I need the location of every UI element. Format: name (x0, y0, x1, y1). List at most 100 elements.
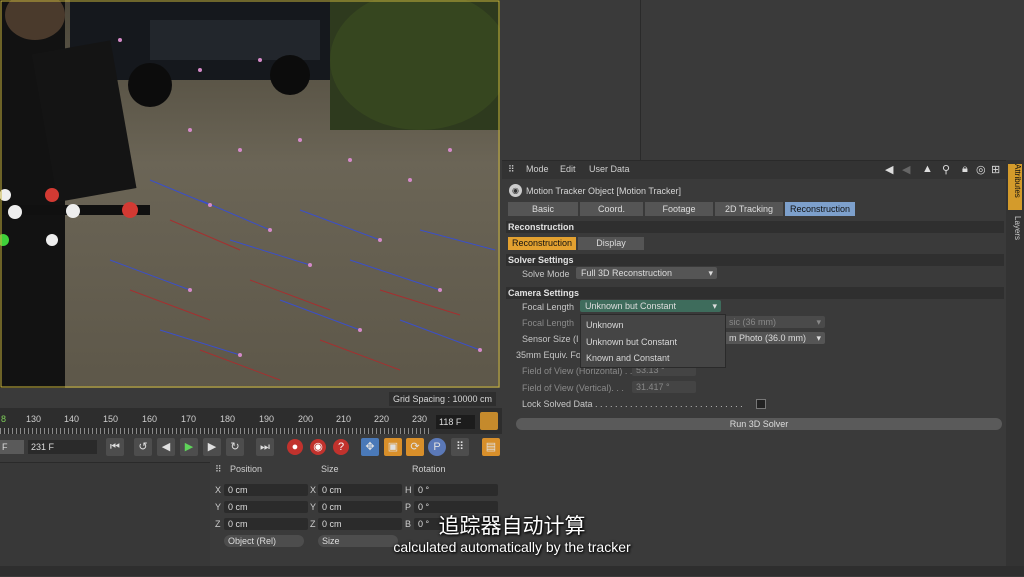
tab-basic[interactable]: Basic (508, 202, 578, 216)
go-to-start-icon[interactable]: ⏮ (106, 438, 124, 456)
section-solver-settings: Solver Settings (506, 254, 1004, 266)
step-back-icon[interactable]: ◀ (157, 438, 175, 456)
forward-arrow-icon[interactable]: ◀ (902, 163, 910, 176)
tab-2d-tracking[interactable]: 2D Tracking (715, 202, 783, 216)
timeline-tick: 8 (1, 414, 7, 424)
solve-mode-value: Full 3D Reconstruction (581, 268, 673, 278)
subtab-display[interactable]: Display (578, 237, 644, 250)
go-to-end-icon[interactable]: ⏭ (256, 438, 274, 456)
section-camera-settings: Camera Settings (506, 287, 1004, 299)
timeline-tick: 160 (142, 414, 158, 424)
timeline-tick: 190 (259, 414, 275, 424)
grid-spacing-label: Grid Spacing : 10000 cm (388, 392, 496, 406)
axis-label: X (215, 485, 222, 495)
focal-length-label: Focal Length (522, 302, 575, 312)
viewport[interactable]: Grid Spacing : 10000 cm (0, 0, 500, 408)
timeline-icon[interactable]: ▤ (482, 438, 500, 456)
position-header: Position (230, 464, 263, 474)
sensor-size-label: Sensor Size (I (522, 334, 579, 344)
status-bar (0, 566, 1024, 576)
sensor-size-value: m Photo (36.0 mm) (729, 333, 807, 343)
next-key-icon[interactable]: ↻ (226, 438, 244, 456)
menu-mode[interactable]: Mode (526, 164, 549, 174)
menu-user-data[interactable]: User Data (589, 164, 630, 174)
target-icon[interactable]: ◎ (976, 163, 986, 176)
current-frame-field[interactable]: 118 F (436, 415, 475, 429)
move-key-icon[interactable]: ✥ (361, 438, 379, 456)
timeline-tick: 210 (336, 414, 352, 424)
timeline-tick: 130 (26, 414, 42, 424)
rotation-h-field[interactable]: 0 ° (414, 484, 498, 496)
position-x-field[interactable]: 0 cm (224, 484, 308, 496)
back-arrow-icon[interactable]: ◀ (885, 163, 893, 176)
side-tab-layers[interactable]: Layers (1008, 216, 1022, 246)
sensor-size-dropdown[interactable]: m Photo (36.0 mm) ▾ (724, 332, 825, 344)
auto-key-icon[interactable]: ◉ (310, 439, 326, 455)
section-reconstruction: Reconstruction (506, 221, 1004, 233)
chevron-down-icon: ▾ (816, 317, 821, 327)
axis-label: H (405, 485, 412, 495)
timeline-tick: 180 (220, 414, 236, 424)
lock-solved-data-label: Lock Solved Data . . . . . . . . . . . .… (522, 399, 743, 409)
footage-frame (0, 0, 500, 408)
timeline-tick: 200 (298, 414, 314, 424)
solve-mode-label: Solve Mode (522, 269, 570, 279)
run-3d-solver-button[interactable]: Run 3D Solver (516, 418, 1002, 430)
focal-length-popup: Unknown Unknown but Constant Known and C… (580, 314, 726, 368)
focal-length-preset-label: Focal Length (522, 318, 575, 328)
top-right-panel (502, 0, 1024, 160)
focal-length-dropdown[interactable]: Unknown but Constant ▾ (580, 300, 721, 312)
size-x-field[interactable]: 0 cm (318, 484, 402, 496)
rotate-key-icon[interactable]: ⟳ (406, 438, 424, 456)
subtitle-english: calculated automatically by the tracker (393, 539, 631, 555)
keyframe-selection-icon[interactable]: ? (333, 439, 349, 455)
popup-option-known-and-constant[interactable]: Known and Constant (586, 353, 670, 363)
chevron-down-icon: ▾ (708, 268, 713, 278)
timeline-tick: 140 (64, 414, 80, 424)
up-arrow-icon[interactable]: ▲ (922, 163, 933, 175)
tab-footage[interactable]: Footage (645, 202, 713, 216)
parameter-key-button[interactable]: P (428, 438, 446, 456)
record-key-icon[interactable]: ● (287, 439, 303, 455)
menu-edit[interactable]: Edit (560, 164, 576, 174)
axis-label: X (310, 485, 317, 495)
search-icon[interactable]: ⚲ (942, 163, 950, 176)
grip-icon: ⠿ (508, 164, 515, 174)
timeline[interactable]: 8 130 140 150 160 170 180 190 200 210 22… (0, 408, 502, 434)
focal-length-preset-dropdown[interactable]: sic (36 mm) ▾ (724, 316, 825, 328)
fov-vertical-label: Field of View (Vertical). . . (522, 383, 624, 393)
size-header: Size (321, 464, 339, 474)
step-forward-icon[interactable]: ▶ (203, 438, 221, 456)
previous-key-icon[interactable]: ↺ (134, 438, 152, 456)
play-icon[interactable]: ▶ (180, 438, 198, 456)
timeline-tick: 220 (374, 414, 390, 424)
fov-vertical-field[interactable]: 31.417 ° (632, 381, 696, 393)
equiv-focal-label: 35mm Equiv. Fo (516, 350, 581, 360)
chevron-down-icon: ▾ (712, 301, 717, 311)
film-icon[interactable] (480, 412, 498, 430)
popup-option-unknown[interactable]: Unknown (586, 320, 624, 330)
timeline-tick: 230 (412, 414, 428, 424)
lock-icon[interactable]: 🔒︎ (962, 163, 968, 176)
object-title: Motion Tracker Object [Motion Tracker] (526, 186, 682, 196)
focal-length-preset-value: sic (36 mm) (729, 317, 776, 327)
new-panel-icon[interactable]: ⊞ (991, 163, 1000, 176)
attributes-menubar: ⠿ Mode Edit User Data ◀ ◀ ▲ ⚲ 🔒︎ ◎ ⊞ (502, 161, 1006, 179)
start-frame-field[interactable]: F (0, 440, 24, 454)
scale-key-icon[interactable]: ▣ (384, 438, 402, 456)
subtitle-chinese: 追踪器自动计算 (438, 514, 586, 538)
solve-mode-dropdown[interactable]: Full 3D Reconstruction ▾ (576, 267, 717, 279)
pla-key-icon[interactable]: ⠿ (451, 438, 469, 456)
rotation-header: Rotation (412, 464, 446, 474)
tab-coord[interactable]: Coord. (580, 202, 643, 216)
end-frame-field[interactable]: 231 F (28, 440, 97, 454)
subtab-reconstruction[interactable]: Reconstruction (508, 237, 576, 250)
transport-bar: F 231 F ⏮ ↺ ◀ ▶ ▶ ↻ ⏭ ● ◉ ? ✥ ▣ ⟳ P ⠿ ▤ (0, 434, 502, 460)
side-tab-attributes[interactable]: Attributes (1008, 164, 1022, 210)
focal-length-value: Unknown but Constant (585, 301, 677, 311)
tab-reconstruction[interactable]: Reconstruction (785, 202, 855, 216)
lock-solved-data-checkbox[interactable] (756, 399, 766, 409)
timeline-tick: 170 (181, 414, 197, 424)
popup-option-unknown-but-constant[interactable]: Unknown but Constant (586, 337, 677, 347)
motion-tracker-icon: ◉ (509, 184, 522, 197)
